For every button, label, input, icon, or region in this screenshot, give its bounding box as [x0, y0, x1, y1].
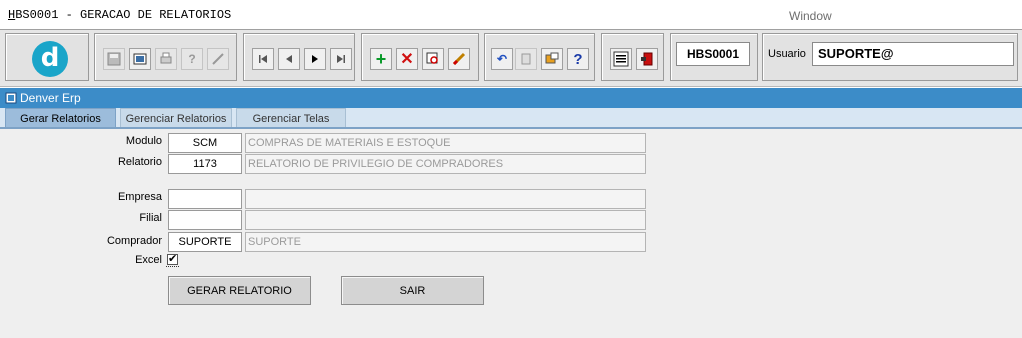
window-icon	[5, 92, 17, 104]
navigation-group	[243, 33, 355, 81]
copy-icon[interactable]	[515, 48, 537, 70]
tab-gerenciar-relatorios[interactable]: Gerenciar Relatorios	[120, 108, 232, 128]
menu-exit-group	[601, 33, 664, 81]
window-header: Denver Erp	[0, 88, 1022, 108]
previous-record-icon[interactable]	[278, 48, 300, 70]
excel-focus-indicator	[166, 266, 179, 268]
filial-code-field[interactable]	[168, 210, 242, 230]
delete-record-icon[interactable]: ✕	[396, 48, 418, 70]
relatorio-description-field: RELATORIO DE PRIVILEGIO DE COMPRADORES	[245, 154, 646, 174]
save-icon[interactable]	[103, 48, 125, 70]
logo-letter: d	[40, 42, 60, 73]
app-title: HBS0001 - GERACAO DE RELATORIOS	[8, 8, 231, 22]
logo-group: d	[5, 33, 89, 81]
relatorio-code-field[interactable]: 1173	[168, 154, 242, 174]
excel-label: Excel	[135, 254, 162, 266]
menu-icon[interactable]	[610, 48, 632, 70]
comprador-label: Comprador	[106, 235, 162, 247]
search-icon[interactable]	[422, 48, 444, 70]
window-menu[interactable]: Window	[789, 9, 832, 23]
edit-disabled-icon[interactable]	[207, 48, 229, 70]
form-id-field: HBS0001	[676, 42, 750, 66]
add-record-icon[interactable]: +	[370, 48, 392, 70]
help-query-icon[interactable]: ?	[181, 48, 203, 70]
empresa-code-field[interactable]	[168, 189, 242, 209]
first-record-icon[interactable]	[252, 48, 274, 70]
edit-tools-group: ↶ ?	[484, 33, 595, 81]
exit-icon[interactable]	[636, 48, 658, 70]
tab-gerar-relatorios[interactable]: Gerar Relatorios	[5, 108, 116, 128]
modulo-description-field: COMPRAS DE MATERIAIS E ESTOQUE	[245, 133, 646, 153]
print-icon[interactable]	[155, 48, 177, 70]
modulo-label: Modulo	[125, 135, 162, 147]
screen-icon[interactable]	[129, 48, 151, 70]
tab-gerenciar-telas[interactable]: Gerenciar Telas	[236, 108, 346, 128]
next-record-icon[interactable]	[304, 48, 326, 70]
gerar-relatorio-button[interactable]: GERAR RELATORIO	[168, 276, 311, 305]
undo-icon[interactable]: ↶	[491, 48, 513, 70]
filial-label: Filial	[139, 212, 162, 224]
comprador-description-field: SUPORTE	[245, 232, 646, 252]
relatorio-label: Relatorio	[117, 156, 162, 168]
comprador-code-field[interactable]: SUPORTE	[168, 232, 242, 252]
title-bar: HBS0001 - GERACAO DE RELATORIOS Window	[0, 0, 1022, 30]
file-tools-group: ?	[94, 33, 237, 81]
tab-bar: Gerar Relatorios Gerenciar Relatorios Ge…	[0, 108, 1022, 128]
help-icon[interactable]: ?	[567, 48, 589, 70]
list-icon[interactable]	[541, 48, 563, 70]
sair-button[interactable]: SAIR	[341, 276, 484, 305]
empresa-label: Empresa	[117, 191, 162, 203]
empresa-description-field	[245, 189, 646, 209]
excel-checkbox[interactable]: ✔	[167, 254, 178, 265]
app-title-text: BS0001 - GERACAO DE RELATORIOS	[15, 8, 232, 22]
form-content: Modulo SCM COMPRAS DE MATERIAIS E ESTOQU…	[0, 129, 1022, 338]
usuario-field: SUPORTE@	[812, 42, 1014, 66]
last-record-icon[interactable]	[330, 48, 352, 70]
usuario-label: Usuario	[768, 48, 806, 60]
filial-description-field	[245, 210, 646, 230]
record-tools-group: + ✕	[361, 33, 479, 81]
window-title: Denver Erp	[20, 91, 81, 105]
clear-icon[interactable]	[448, 48, 470, 70]
app-logo: d	[32, 41, 68, 77]
toolbar: d ? + ✕ ↶ ? HBS0001 Usuario SUPORTE@	[0, 30, 1022, 87]
modulo-code-field[interactable]: SCM	[168, 133, 242, 153]
